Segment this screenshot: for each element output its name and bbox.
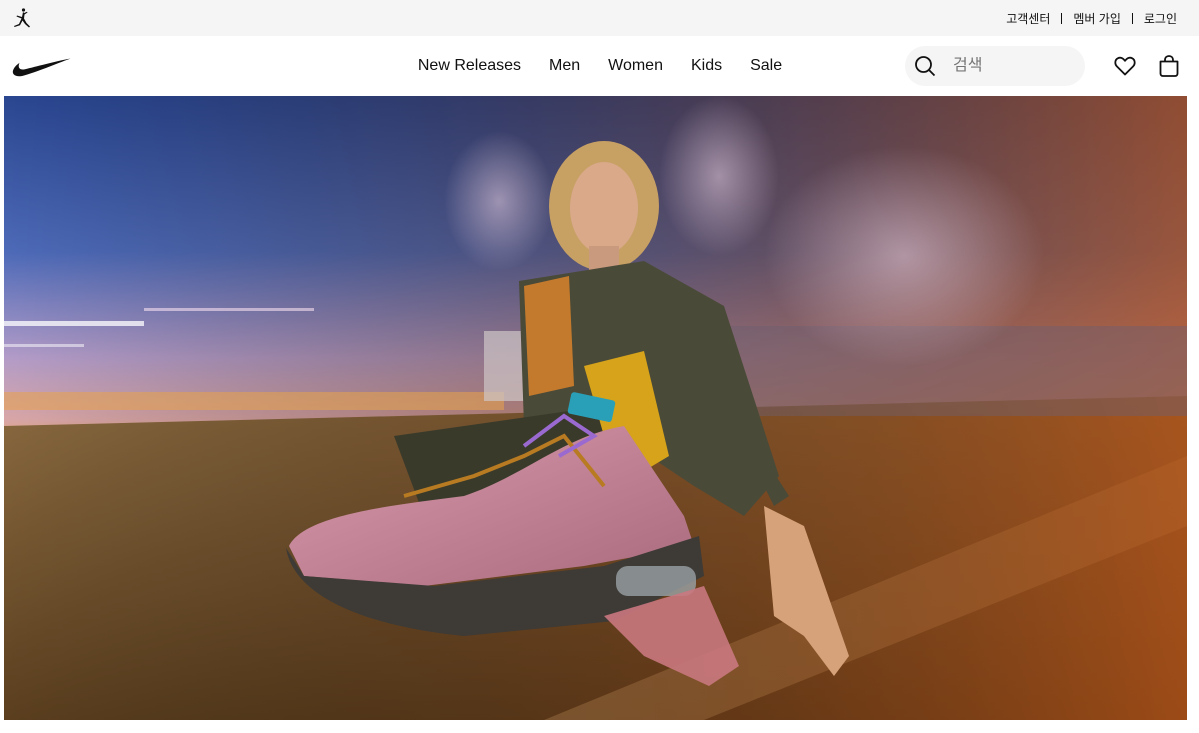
hero-banner[interactable] <box>4 96 1187 720</box>
hero-campaign-image <box>4 96 1187 720</box>
search-icon[interactable] <box>905 46 945 86</box>
utility-links: 고객센터 멤버 가입 로그인 <box>1004 0 1179 36</box>
utility-bar: 고객센터 멤버 가입 로그인 <box>0 0 1199 36</box>
nav-item-kids[interactable]: Kids <box>677 36 736 96</box>
shopping-bag-icon[interactable] <box>1157 54 1181 78</box>
join-membership-link[interactable]: 멤버 가입 <box>1071 10 1123 27</box>
heart-icon[interactable] <box>1113 54 1137 78</box>
login-link[interactable]: 로그인 <box>1142 10 1179 27</box>
nav-item-women[interactable]: Women <box>594 36 677 96</box>
nav-item-new-releases[interactable]: New Releases <box>404 36 535 96</box>
customer-service-link[interactable]: 고객센터 <box>1004 10 1052 27</box>
nav-item-men[interactable]: Men <box>535 36 594 96</box>
divider <box>1131 12 1133 24</box>
nike-swoosh-icon[interactable] <box>11 54 71 78</box>
jordan-jumpman-icon[interactable] <box>11 7 33 29</box>
main-nav: New Releases Men Women Kids Sale <box>0 36 1199 96</box>
divider <box>1061 12 1063 24</box>
nav-item-sale[interactable]: Sale <box>736 36 796 96</box>
search-input[interactable] <box>953 57 1083 75</box>
search-box <box>905 46 1085 86</box>
